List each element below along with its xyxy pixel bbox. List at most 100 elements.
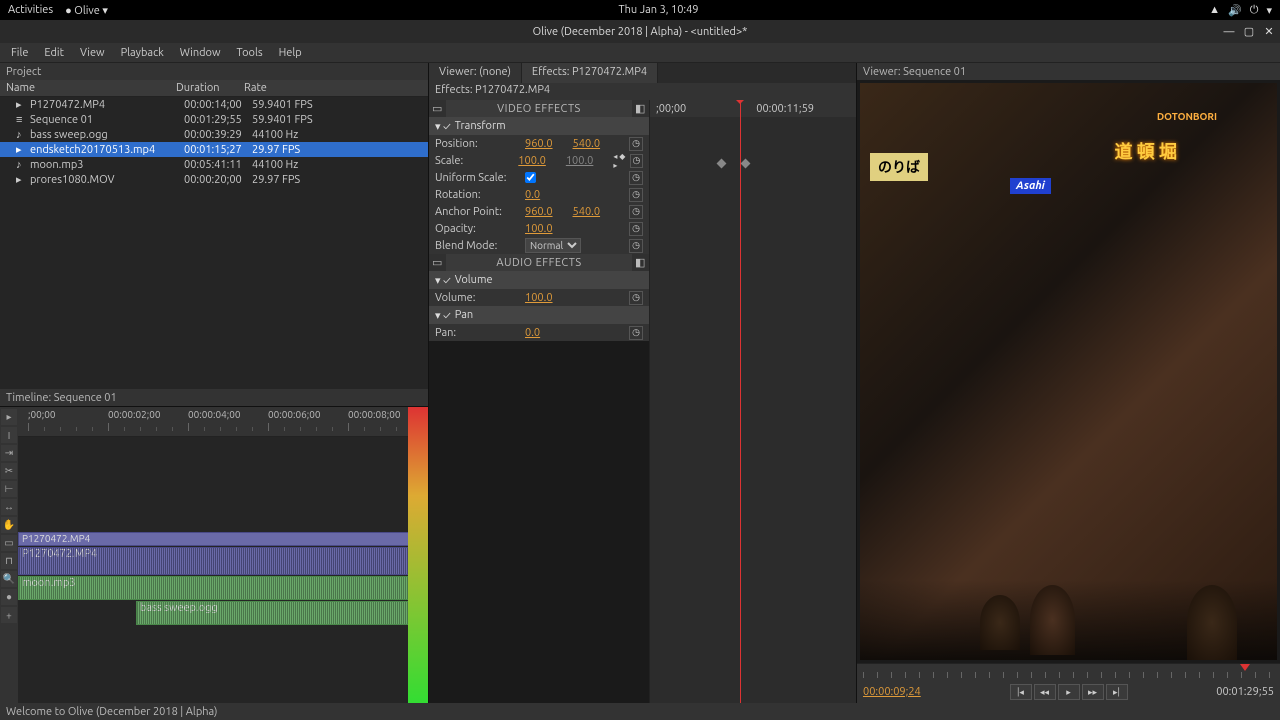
prop-pan-label: Pan: — [435, 327, 525, 339]
timeline-ruler[interactable]: ;00;0000:00:02;0000:00:04;0000:00:06;000… — [18, 407, 408, 437]
statusbar: Welcome to Olive (December 2018 | Alpha) — [0, 703, 1280, 720]
play-button[interactable]: ▸ — [1058, 684, 1080, 700]
project-row[interactable]: ▸endsketch20170513.mp400:01:15;2729.97 F… — [0, 142, 428, 157]
volume-value[interactable]: 100.0 — [525, 292, 553, 304]
ripple-tool[interactable]: ⇥ — [1, 445, 17, 461]
keyframe-toggle[interactable]: ◷ — [630, 154, 643, 168]
tab-viewer-none[interactable]: Viewer: (none) — [429, 63, 522, 83]
menu-down-icon[interactable]: ▾ — [1266, 4, 1272, 17]
pointer-tool[interactable]: ▸ — [1, 409, 17, 425]
anchor-y[interactable]: 540.0 — [573, 206, 601, 218]
timeline-area[interactable]: ;00;0000:00:02;0000:00:04;0000:00:06;000… — [18, 407, 408, 703]
power-icon[interactable]: ⏻ — [1250, 4, 1259, 17]
tab-effects[interactable]: Effects: P1270472.MP4 — [522, 63, 658, 83]
menu-file[interactable]: File — [4, 45, 35, 61]
scale-x[interactable]: 100.0 — [518, 155, 546, 167]
menu-edit[interactable]: Edit — [37, 45, 71, 61]
app-menu[interactable]: ● Olive ▾ — [65, 4, 108, 17]
project-row[interactable]: ≡Sequence 0100:01:29;5559.9401 FPS — [0, 112, 428, 127]
transition-tool[interactable]: ▭ — [1, 535, 17, 551]
col-duration[interactable]: Duration — [170, 81, 238, 95]
maximize-button[interactable]: ▢ — [1242, 25, 1256, 39]
prop-volume-label: Volume: — [435, 292, 525, 304]
collapse-icon[interactable]: ▭ — [429, 100, 446, 117]
add-tool[interactable]: + — [1, 607, 17, 623]
menu-playback[interactable]: Playback — [114, 45, 171, 61]
close-button[interactable]: ✕ — [1262, 25, 1276, 39]
audio-track-2[interactable]: moon.mp3 — [18, 576, 408, 600]
volume-effect-header[interactable]: ▾ ✓ Volume — [429, 271, 649, 289]
keyframe-toggle[interactable]: ◷ — [629, 137, 643, 151]
edit-tool[interactable]: I — [1, 427, 17, 443]
hand-tool[interactable]: ✋ — [1, 517, 17, 533]
menu-view[interactable]: View — [73, 45, 112, 61]
timeline-panel-header: Timeline: Sequence 01 — [0, 389, 428, 406]
collapse-icon[interactable]: ▭ — [429, 254, 446, 271]
prev-frame-button[interactable]: ◂◂ — [1034, 684, 1056, 700]
go-start-button[interactable]: |◂ — [1010, 684, 1032, 700]
menu-help[interactable]: Help — [272, 45, 309, 61]
add-effect-icon[interactable]: ◧ — [632, 254, 649, 271]
add-effect-icon[interactable]: ◧ — [632, 100, 649, 117]
slide-tool[interactable]: ↔ — [1, 499, 17, 515]
keyframe-toggle[interactable]: ◷ — [629, 205, 643, 219]
col-rate[interactable]: Rate — [238, 81, 273, 95]
prop-blend-label: Blend Mode: — [435, 240, 525, 252]
keyframe-playhead[interactable] — [740, 100, 741, 703]
position-y[interactable]: 540.0 — [573, 138, 601, 150]
uniform-scale-checkbox[interactable] — [525, 172, 536, 183]
transform-effect-header[interactable]: ▾ ✓ Transform — [429, 117, 649, 135]
blend-mode-select[interactable]: Normal — [525, 238, 581, 253]
audio-track-3[interactable]: bass sweep.ogg — [18, 601, 408, 625]
clip-audio[interactable]: bass sweep.ogg — [136, 601, 408, 625]
zoom-tool[interactable]: 🔍 — [1, 571, 17, 587]
viewer-canvas[interactable]: のりば DOTONBORI Asahi 道 頓 堀 — [860, 83, 1277, 660]
menu-tools[interactable]: Tools — [230, 45, 270, 61]
project-row[interactable]: ♪bass sweep.ogg00:00:39:2944100 Hz — [0, 127, 428, 142]
go-end-button[interactable]: ▸| — [1106, 684, 1128, 700]
menu-window[interactable]: Window — [173, 45, 228, 61]
project-row[interactable]: ♪moon.mp300:05:41:1144100 Hz — [0, 157, 428, 172]
keyframe-toggle[interactable]: ◷ — [629, 188, 643, 202]
pan-value[interactable]: 0.0 — [525, 327, 540, 339]
record-tool[interactable]: ● — [1, 589, 17, 605]
video-track-1[interactable]: P1270472.MP4 endsketch20170513.mp4 — [18, 532, 408, 546]
position-x[interactable]: 960.0 — [525, 138, 553, 150]
keyframe-toggle[interactable]: ◷ — [629, 326, 643, 340]
project-row[interactable]: ▸prores1080.MOV00:00:20;0029.97 FPS — [0, 172, 428, 187]
viewer-panel-header: Viewer: Sequence 01 — [857, 63, 1280, 80]
opacity-value[interactable]: 100.0 — [525, 223, 553, 235]
snap-toggle[interactable]: ⊓ — [1, 553, 17, 569]
keyframe-diamond[interactable] — [717, 159, 727, 169]
slip-tool[interactable]: ⊢ — [1, 481, 17, 497]
keyframe-toggle[interactable]: ◷ — [629, 222, 643, 236]
window-title: Olive (December 2018 | Alpha) - <untitle… — [533, 26, 748, 38]
clip-audio[interactable]: P1270472.MP4 — [18, 547, 408, 575]
razor-tool[interactable]: ✂ — [1, 463, 17, 479]
viewer-ruler[interactable] — [857, 663, 1280, 681]
clip-video[interactable]: P1270472.MP4 — [18, 532, 408, 546]
viewer-controls: 00:00:09;24 |◂ ◂◂ ▸ ▸▸ ▸| 00:01:29;55 — [857, 681, 1280, 703]
col-name[interactable]: Name — [0, 81, 170, 95]
effects-subtitle: Effects: P1270472.MP4 — [429, 83, 856, 100]
rotation-value[interactable]: 0.0 — [525, 189, 540, 201]
viewer-duration: 00:01:29;55 — [1216, 686, 1274, 698]
network-icon[interactable]: ▲ — [1209, 4, 1220, 17]
pan-effect-header[interactable]: ▾ ✓ Pan — [429, 306, 649, 324]
project-row[interactable]: ▸P1270472.MP400:00:14;0059.9401 FPS — [0, 97, 428, 112]
keyframe-toggle[interactable]: ◷ — [629, 171, 643, 185]
prop-uniform-label: Uniform Scale: — [435, 172, 525, 184]
clip-audio[interactable]: moon.mp3 — [18, 576, 408, 600]
anchor-x[interactable]: 960.0 — [525, 206, 553, 218]
next-frame-button[interactable]: ▸▸ — [1082, 684, 1104, 700]
video-effects-section: ▭ VIDEO EFFECTS ◧ — [429, 100, 649, 117]
volume-icon[interactable]: 🔊 — [1228, 4, 1242, 17]
keyframe-area[interactable]: ;00;0000:00:11;59 — [649, 100, 856, 703]
viewer-timecode[interactable]: 00:00:09;24 — [863, 686, 921, 698]
keyframe-toggle[interactable]: ◷ — [629, 291, 643, 305]
audio-track-1[interactable]: P1270472.MP4 endsketch20170513.mp4 — [18, 547, 408, 575]
keyframe-toggle[interactable]: ◷ — [629, 239, 643, 253]
activities-button[interactable]: Activities — [8, 4, 53, 17]
minimize-button[interactable]: — — [1222, 25, 1236, 39]
keyframe-diamond[interactable] — [741, 159, 751, 169]
